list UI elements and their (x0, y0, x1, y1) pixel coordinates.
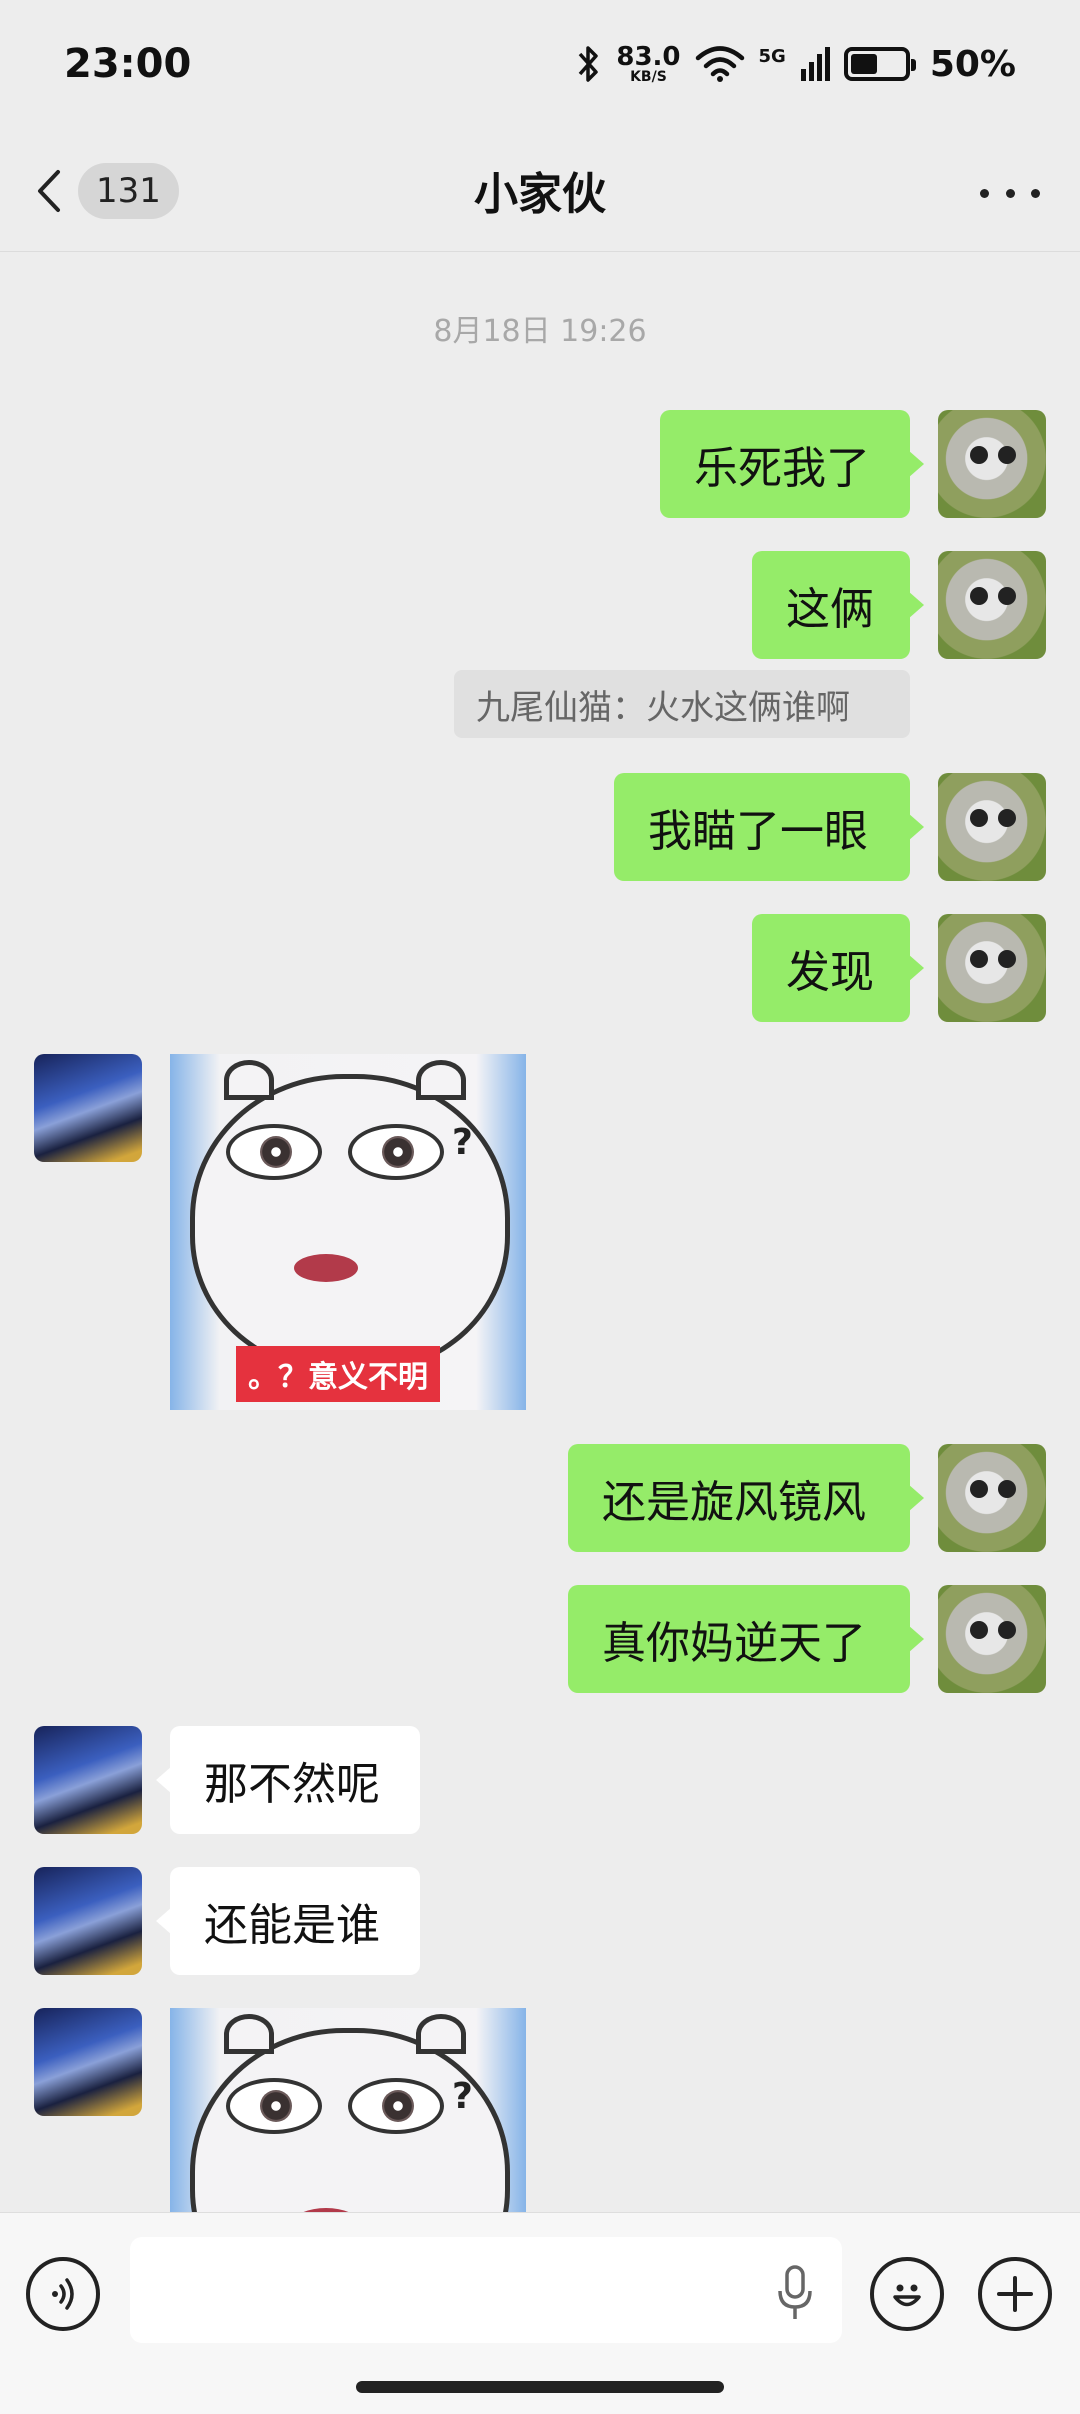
my-avatar[interactable] (938, 773, 1046, 881)
my-avatar[interactable] (938, 410, 1046, 518)
outgoing-message-bubble[interactable]: 我瞄了一眼 (614, 773, 924, 881)
battery-icon (843, 47, 916, 81)
emoji-button[interactable] (870, 2257, 944, 2331)
status-bar: 23:00 83.0 KB/S 5G 50% (0, 0, 1080, 128)
sticker-ear (416, 2014, 466, 2054)
incoming-message-bubble[interactable]: 还能是谁 (156, 1867, 420, 1975)
voice-input-button[interactable] (26, 2257, 100, 2331)
net-speed-value: 83.0 (616, 42, 681, 72)
quoted-message[interactable]: 九尾仙猫：火水这俩谁啊 (454, 670, 910, 738)
contact-avatar[interactable] (34, 1726, 142, 1834)
contact-avatar[interactable] (34, 2008, 142, 2116)
message-input[interactable] (130, 2237, 842, 2343)
wifi-icon (695, 46, 744, 82)
sticker-image[interactable]: ? (170, 2008, 526, 2212)
sticker-ear (416, 1060, 466, 1100)
sticker-eye (348, 2078, 444, 2134)
status-icons: 83.0 KB/S 5G 50% (576, 44, 1016, 85)
sticker-caption: 。？意义不明 (236, 1346, 440, 1402)
sticker-image[interactable]: ? 。？意义不明 (170, 1054, 526, 1410)
network-type: 5G (758, 45, 786, 67)
message-timestamp: 8月18日 19:26 (433, 314, 647, 349)
mic-icon (778, 2265, 812, 2319)
outgoing-message-bubble[interactable]: 真你妈逆天了 (568, 1585, 924, 1693)
net-speed: 83.0 KB/S (616, 44, 680, 84)
status-time: 23:00 (64, 41, 192, 87)
more-dot (1005, 188, 1015, 198)
my-avatar[interactable] (938, 1444, 1046, 1552)
sticker-lips (294, 1254, 358, 1282)
contact-avatar[interactable] (34, 1054, 142, 1162)
plus-button[interactable] (978, 2257, 1052, 2331)
voice-icon (52, 2278, 74, 2310)
home-indicator[interactable] (356, 2381, 724, 2393)
sticker-ear (224, 1060, 274, 1100)
net-speed-unit: KB/S (630, 69, 667, 85)
more-options-button[interactable] (980, 168, 1040, 218)
my-avatar[interactable] (938, 1585, 1046, 1693)
sticker-question-mark: ? (452, 2076, 473, 2117)
chat-title: 小家伙 (474, 169, 606, 220)
outgoing-message-bubble[interactable]: 这俩 (752, 551, 924, 659)
outgoing-message-bubble[interactable]: 发现 (752, 914, 924, 1022)
outgoing-message-bubble[interactable]: 乐死我了 (660, 410, 924, 518)
sticker-eye (226, 2078, 322, 2134)
chat-header: 131 小家伙 (0, 128, 1080, 252)
sticker-question-mark: ? (452, 1122, 473, 1163)
battery-level (850, 54, 877, 74)
contact-avatar[interactable] (34, 1867, 142, 1975)
sticker-ear (224, 2014, 274, 2054)
signal-icon (800, 47, 830, 81)
sticker-face (190, 1074, 510, 1374)
battery-percent: 50% (929, 43, 1016, 85)
outgoing-message-bubble[interactable]: 还是旋风镜风 (568, 1444, 924, 1552)
my-avatar[interactable] (938, 914, 1046, 1022)
incoming-message-bubble[interactable]: 那不然呢 (156, 1726, 420, 1834)
sticker-eye (226, 1124, 322, 1180)
emoji-icon (893, 2284, 921, 2307)
more-dot (1031, 188, 1040, 198)
input-bar (0, 2212, 1080, 2414)
sticker-eye (348, 1124, 444, 1180)
plus-icon (997, 2276, 1033, 2312)
bluetooth-icon (579, 46, 599, 82)
more-dot (980, 188, 989, 198)
my-avatar[interactable] (938, 551, 1046, 659)
mic-button[interactable] (772, 2263, 818, 2323)
